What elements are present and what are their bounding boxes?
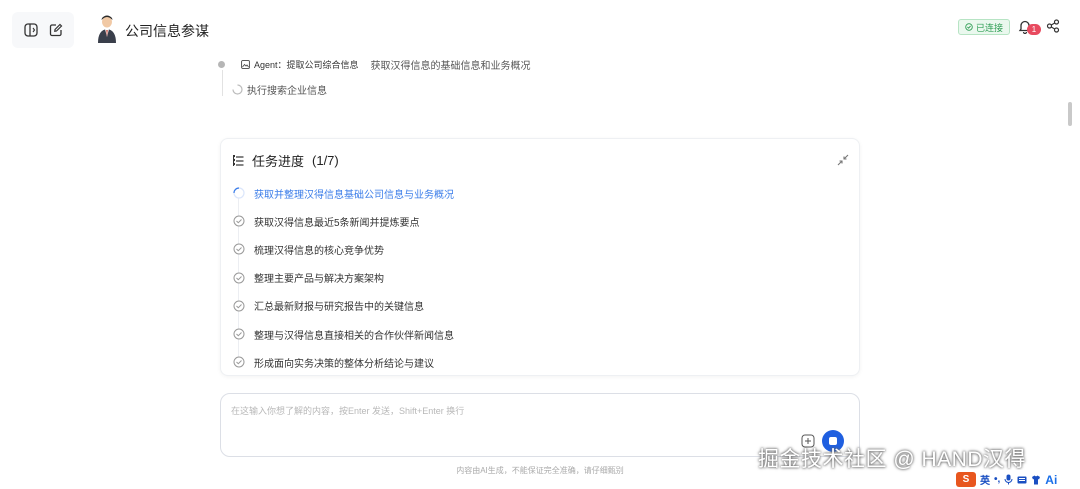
task-list-icon xyxy=(233,154,244,166)
task-item: 形成面向实务决策的整体分析结论与建议 xyxy=(233,348,833,376)
task-pending-icon xyxy=(233,272,245,284)
task-label: 汇总最新财报与研究报告中的关键信息 xyxy=(254,302,424,314)
skin-shirt-icon[interactable] xyxy=(1031,475,1041,485)
connection-status-badge: 已连接 xyxy=(958,19,1011,35)
notification-count-badge: 1 xyxy=(1027,24,1041,35)
task-list: 获取并整理汉得信息基础公司信息与业务概况 获取汉得信息最近5条新闻并提炼要点 梳… xyxy=(233,179,833,376)
share-icon[interactable] xyxy=(1046,19,1060,33)
microphone-icon[interactable] xyxy=(1004,474,1013,485)
task-item: 梳理汉得信息的核心竞争优势 xyxy=(233,235,833,263)
task-pending-icon xyxy=(233,215,245,227)
new-chat-edit-icon[interactable] xyxy=(45,19,67,41)
task-pending-icon xyxy=(233,243,245,255)
collapse-icon[interactable] xyxy=(837,153,849,166)
task-progress-count: (1/7) xyxy=(312,153,339,168)
task-progress-title: 任务进度 xyxy=(252,154,305,169)
task-label: 获取并整理汉得信息基础公司信息与业务概况 xyxy=(254,189,454,201)
task-pending-icon xyxy=(233,328,245,340)
task-label: 整理与汉得信息直接相关的合作伙伴新闻信息 xyxy=(254,330,454,342)
keyboard-icon[interactable] xyxy=(1017,475,1027,485)
task-label: 获取汉得信息最近5条新闻并提炼要点 xyxy=(254,217,420,229)
scrollbar-thumb[interactable] xyxy=(1068,102,1072,126)
task-item: 整理主要产品与解决方案架构 xyxy=(233,264,833,292)
timeline-dot xyxy=(218,60,225,68)
timeline-line xyxy=(222,70,223,96)
chat-input[interactable] xyxy=(231,403,791,419)
watermark: 掘金技术社区 @ HAND汉得 xyxy=(758,448,1026,471)
task-item: 获取汉得信息最近5条新闻并提炼要点 xyxy=(233,207,833,235)
agent-tag[interactable]: Agent：提取公司综合信息 xyxy=(241,58,359,71)
ime-toolbar: S 英 •, Ai xyxy=(953,470,1077,489)
agent-step-row: 执行搜索企业信息 xyxy=(232,82,327,97)
check-circle-icon xyxy=(965,23,973,31)
agent-step-text: 执行搜索企业信息 xyxy=(247,86,327,97)
agent-tag-label: Agent：提取公司综合信息 xyxy=(254,59,359,70)
page-title: 公司信息参谋 xyxy=(125,23,209,39)
status-text: 已连接 xyxy=(976,22,1004,33)
sidebar-toggle-icon[interactable] xyxy=(20,19,42,41)
image-icon xyxy=(241,59,250,69)
ime-ai-button[interactable]: Ai xyxy=(1045,473,1057,487)
ime-logo-icon[interactable]: S xyxy=(956,472,976,487)
task-label: 梳理汉得信息的核心竞争优势 xyxy=(254,245,384,257)
agent-description: 获取汉得信息的基础信息和业务概况 xyxy=(370,60,531,72)
task-label: 形成面向实务决策的整体分析结论与建议 xyxy=(254,358,434,370)
task-progress-panel: 任务进度 (1/7) 获取并整理汉得信息基础公司信息与业务概况 获取汉得信息最近… xyxy=(220,138,860,376)
assistant-avatar xyxy=(95,15,119,43)
agent-call-row: Agent：提取公司综合信息 获取汉得信息的基础信息和业务概况 xyxy=(218,56,531,72)
task-pending-icon xyxy=(233,300,245,312)
task-item: 获取并整理汉得信息基础公司信息与业务概况 xyxy=(233,179,833,207)
ime-punctuation-icon[interactable]: •, xyxy=(994,474,1000,485)
task-progress-header: 任务进度 (1/7) xyxy=(233,151,339,170)
loading-spinner-icon xyxy=(232,84,243,95)
top-left-toolbar xyxy=(12,12,74,48)
task-pending-icon xyxy=(233,356,245,368)
task-label: 整理主要产品与解决方案架构 xyxy=(254,274,384,286)
ime-language-toggle[interactable]: 英 xyxy=(980,472,990,487)
task-item: 汇总最新财报与研究报告中的关键信息 xyxy=(233,292,833,320)
task-loading-icon xyxy=(233,187,245,199)
task-item: 整理与汉得信息直接相关的合作伙伴新闻信息 xyxy=(233,320,833,348)
